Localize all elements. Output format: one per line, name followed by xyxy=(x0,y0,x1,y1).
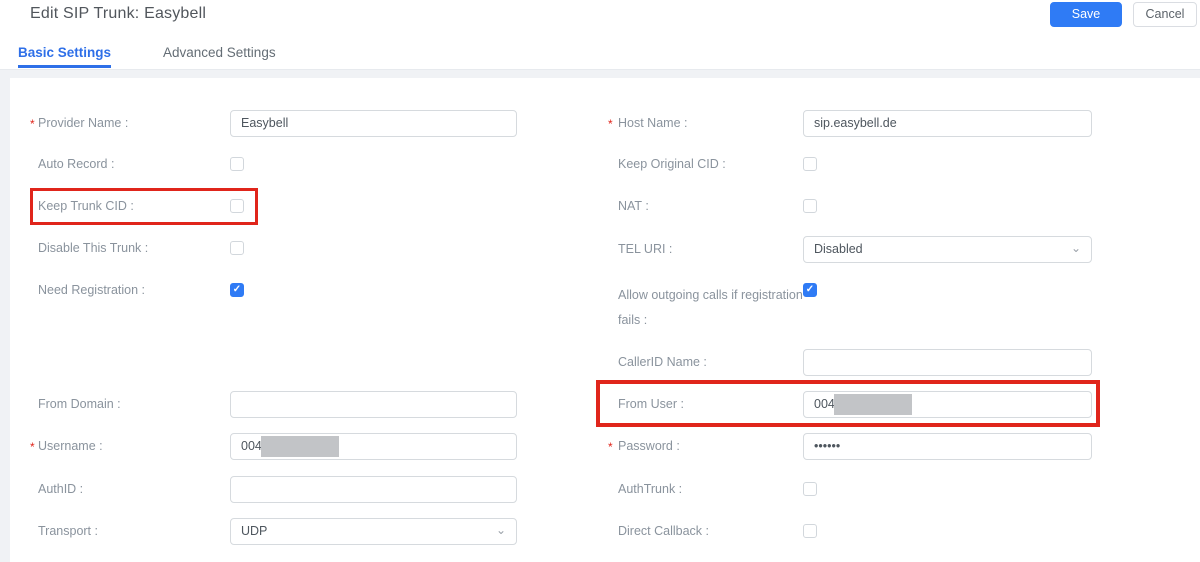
auto-record-label: Auto Record : xyxy=(30,152,230,177)
authtrunk-label-text: AuthTrunk : xyxy=(618,482,682,496)
disable-this-trunk-label-text: Disable This Trunk : xyxy=(38,241,148,255)
from-user-redaction-overlay xyxy=(834,394,912,415)
password-label: * Password : xyxy=(608,434,803,459)
host-name-label: * Host Name : xyxy=(608,111,803,136)
form-row-authid: AuthID : xyxy=(30,475,517,503)
callerid-name-input[interactable] xyxy=(803,349,1092,376)
need-registration-label-text: Need Registration : xyxy=(38,283,145,297)
authid-label-text: AuthID : xyxy=(38,482,83,496)
form-row-keep-trunk-cid: Keep Trunk CID : xyxy=(30,192,244,220)
keep-trunk-cid-checkbox[interactable] xyxy=(230,199,244,213)
chevron-down-icon: ⌄ xyxy=(496,523,506,537)
keep-original-cid-checkbox[interactable] xyxy=(803,157,817,171)
tel-uri-select[interactable]: Disabled ⌄ xyxy=(803,236,1092,263)
keep-trunk-cid-label-text: Keep Trunk CID : xyxy=(38,199,134,213)
authtrunk-checkbox[interactable] xyxy=(803,482,817,496)
checkmark-icon: ✓ xyxy=(804,284,816,296)
username-label: *Username : xyxy=(30,434,230,459)
disable-this-trunk-checkbox[interactable] xyxy=(230,241,244,255)
form-row-allow-outgoing-calls-if-registration-fails: Allow outgoing calls if registration fai… xyxy=(608,283,817,333)
form-row-tel-uri: TEL URI : Disabled ⌄ xyxy=(608,235,1092,263)
host-name-input[interactable] xyxy=(803,110,1092,137)
form-row-host-name: * Host Name : xyxy=(608,109,1092,137)
provider-name-label: *Provider Name : xyxy=(30,111,230,136)
nat-checkbox[interactable] xyxy=(803,199,817,213)
nat-label: NAT : xyxy=(608,194,803,219)
required-asterisk: * xyxy=(30,435,35,460)
form-row-authtrunk: AuthTrunk : xyxy=(608,475,817,503)
from-user-label-text: From User : xyxy=(618,397,684,411)
authid-input-wrap xyxy=(230,476,517,503)
username-label-text: Username : xyxy=(38,439,103,453)
callerid-name-label: CallerID Name : xyxy=(608,350,803,375)
provider-name-input[interactable] xyxy=(230,110,517,137)
from-domain-input-wrap xyxy=(230,391,517,418)
form-layer: *Provider Name :Auto Record :Keep Trunk … xyxy=(0,0,1200,562)
form-row-from-user: From User : xyxy=(608,390,1092,418)
checkmark-icon: ✓ xyxy=(231,284,243,296)
form-row-transport: Transport : UDP ⌄ xyxy=(30,517,517,545)
transport-select-value: UDP xyxy=(241,524,267,538)
password-label-text: Password : xyxy=(618,439,680,453)
nat-label-text: NAT : xyxy=(618,199,649,213)
username-input-wrap xyxy=(230,433,517,460)
keep-original-cid-label-text: Keep Original CID : xyxy=(618,157,726,171)
required-asterisk: * xyxy=(608,112,613,137)
form-row-disable-this-trunk: Disable This Trunk : xyxy=(30,234,244,262)
form-row-nat: NAT : xyxy=(608,192,817,220)
transport-label: Transport : xyxy=(30,519,230,544)
form-row-password: * Password : xyxy=(608,432,1092,460)
form-row-auto-record: Auto Record : xyxy=(30,150,244,178)
transport-label-text: Transport : xyxy=(38,524,98,538)
from-domain-label: From Domain : xyxy=(30,392,230,417)
host-name-label-text: Host Name : xyxy=(618,116,687,130)
password-input-wrap xyxy=(803,433,1092,460)
direct-callback-label: Direct Callback : xyxy=(608,519,803,544)
username-redaction-overlay xyxy=(261,436,339,457)
need-registration-label: Need Registration : xyxy=(30,278,230,303)
form-row-username: *Username : xyxy=(30,432,517,460)
direct-callback-label-text: Direct Callback : xyxy=(618,524,709,538)
provider-name-label-text: Provider Name : xyxy=(38,116,128,130)
from-domain-label-text: From Domain : xyxy=(38,397,121,411)
direct-callback-checkbox[interactable] xyxy=(803,524,817,538)
form-row-from-domain: From Domain : xyxy=(30,390,517,418)
password-input[interactable] xyxy=(803,433,1092,460)
keep-original-cid-label: Keep Original CID : xyxy=(608,152,803,177)
form-row-callerid-name: CallerID Name : xyxy=(608,348,1092,376)
authtrunk-label: AuthTrunk : xyxy=(608,477,803,502)
chevron-down-icon: ⌄ xyxy=(1071,241,1081,255)
auto-record-label-text: Auto Record : xyxy=(38,157,114,171)
tel-uri-label: TEL URI : xyxy=(608,237,803,262)
form-row-provider-name: *Provider Name : xyxy=(30,109,517,137)
allow-outgoing-calls-if-registration-fails-label-text: Allow outgoing calls if registration fai… xyxy=(618,288,803,327)
form-row-need-registration: Need Registration : ✓ xyxy=(30,276,244,304)
tel-uri-select-value: Disabled xyxy=(814,242,863,256)
callerid-name-label-text: CallerID Name : xyxy=(618,355,707,369)
transport-select[interactable]: UDP ⌄ xyxy=(230,518,517,545)
need-registration-checkbox[interactable]: ✓ xyxy=(230,283,244,297)
from-user-input-wrap xyxy=(803,391,1092,418)
provider-name-input-wrap xyxy=(230,110,517,137)
auto-record-checkbox[interactable] xyxy=(230,157,244,171)
form-row-keep-original-cid: Keep Original CID : xyxy=(608,150,817,178)
tel-uri-label-text: TEL URI : xyxy=(618,242,672,256)
authid-input[interactable] xyxy=(230,476,517,503)
allow-outgoing-calls-if-registration-fails-label: Allow outgoing calls if registration fai… xyxy=(608,283,803,333)
required-asterisk: * xyxy=(30,112,35,137)
form-row-direct-callback: Direct Callback : xyxy=(608,517,817,545)
required-asterisk: * xyxy=(608,435,613,460)
host-name-input-wrap xyxy=(803,110,1092,137)
disable-this-trunk-label: Disable This Trunk : xyxy=(30,236,230,261)
callerid-name-input-wrap xyxy=(803,349,1092,376)
from-domain-input[interactable] xyxy=(230,391,517,418)
keep-trunk-cid-label: Keep Trunk CID : xyxy=(30,194,230,219)
allow-outgoing-calls-if-registration-fails-checkbox[interactable]: ✓ xyxy=(803,283,817,297)
authid-label: AuthID : xyxy=(30,477,230,502)
from-user-label: From User : xyxy=(608,392,803,417)
